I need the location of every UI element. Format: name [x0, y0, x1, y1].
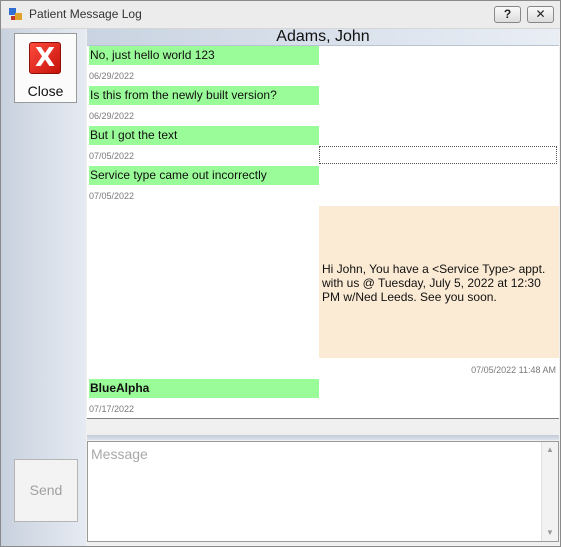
app-window-icon [9, 8, 23, 22]
message-bubble-outgoing: Is this from the newly built version? [89, 86, 319, 105]
message-bubble-outgoing: Service type came out incorrectly [89, 166, 319, 185]
message-timestamp: 07/05/2022 [89, 191, 135, 201]
message-bubble-outgoing: No, just hello world 123 [89, 46, 319, 65]
message-bubble-outgoing: BlueAlpha [89, 379, 319, 398]
scroll-down-arrow-icon[interactable]: ▼ [542, 525, 558, 541]
focused-row-indicator [319, 146, 557, 164]
message-timestamp: 07/05/2022 11:48 AM [471, 365, 556, 375]
window-title: Patient Message Log [29, 7, 142, 21]
message-compose-box: ▲ ▼ [87, 441, 559, 542]
close-x-icon: X [29, 42, 61, 74]
send-button[interactable]: Send [14, 459, 78, 522]
patient-message-log-window: Patient Message Log ? ✕ X Close Send Ada… [0, 0, 561, 547]
close-button[interactable]: X Close [14, 33, 77, 103]
message-timestamp: 06/29/2022 [89, 71, 135, 81]
message-bubble-outgoing: But I got the text [89, 126, 319, 145]
window-close-button[interactable]: ✕ [527, 6, 554, 23]
title-bar: Patient Message Log ? ✕ [1, 1, 560, 29]
conversation-panel[interactable]: No, just hello world 123 06/29/2022 Is t… [87, 46, 559, 419]
message-bubble-incoming: Hi John, You have a <Service Type> appt.… [319, 206, 559, 358]
splitter-bar[interactable] [87, 435, 559, 440]
message-scrollbar[interactable]: ▲ ▼ [541, 442, 558, 541]
help-button[interactable]: ? [494, 6, 521, 23]
left-toolbar: X Close Send [1, 29, 86, 546]
message-timestamp: 06/29/2022 [89, 111, 135, 121]
close-button-label: Close [27, 83, 64, 99]
message-timestamp: 07/17/2022 [89, 404, 135, 414]
patient-name-header: Adams, John [87, 29, 559, 46]
scroll-up-arrow-icon[interactable]: ▲ [542, 442, 558, 458]
message-timestamp: 07/05/2022 [89, 151, 135, 161]
conversation-divider [87, 418, 559, 419]
message-input[interactable] [88, 442, 540, 541]
